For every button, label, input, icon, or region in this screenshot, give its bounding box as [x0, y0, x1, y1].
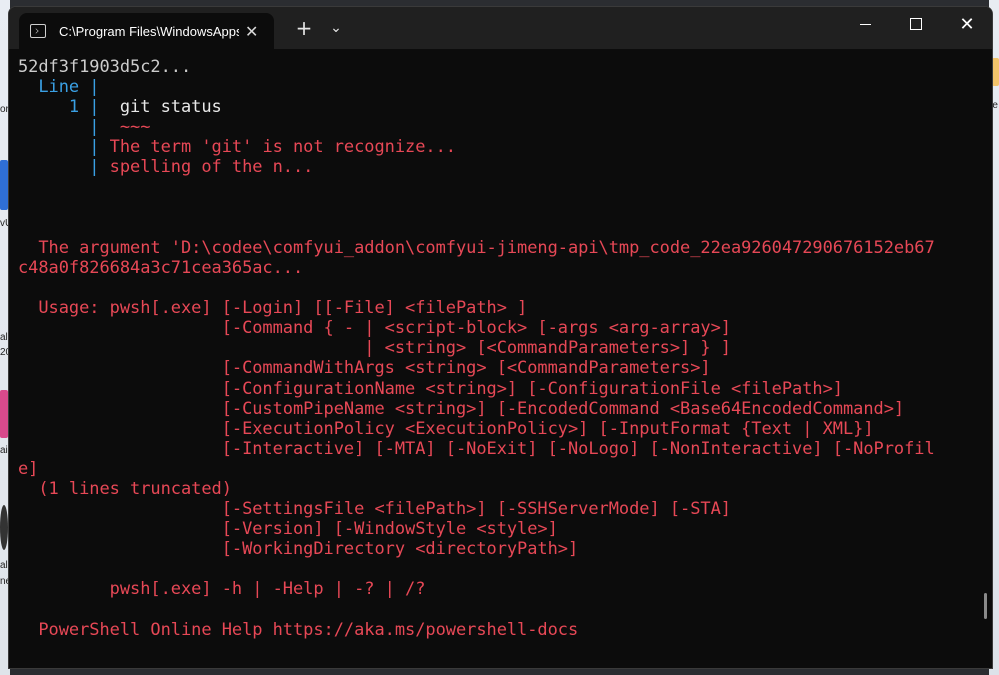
caret-gutter: |	[18, 117, 99, 137]
usage-line: [-WorkingDirectory <directoryPath>]	[18, 539, 992, 559]
error-row: | The term 'git' is not recognize...	[18, 137, 992, 157]
desktop-icon[interactable]	[0, 160, 8, 210]
usage-line: [-Interactive] [-MTA] [-NoExit] [-NoLogo…	[18, 439, 992, 459]
usage-line: [-CommandWithArgs <string> [<CommandPara…	[18, 358, 992, 378]
caret-text: ~~~	[99, 117, 150, 137]
error-gutter: |	[18, 157, 99, 177]
usage-line: | <string> [<CommandParameters>] } ]	[18, 338, 992, 358]
truncated-notice: (1 lines truncated)	[18, 479, 992, 499]
argument-error-line: The argument 'D:\codee\comfyui_addon\com…	[18, 238, 992, 258]
blank-line	[18, 559, 992, 579]
command-row: 1 | git status	[18, 97, 992, 117]
hash-line: 52df3f1903d5c2...	[18, 57, 992, 77]
new-tab-button[interactable]: +	[290, 13, 318, 43]
usage-line: [-ConfigurationName <string>] [-Configur…	[18, 379, 992, 399]
blank-line	[18, 178, 992, 198]
line-number: 1 |	[18, 97, 99, 117]
folder-icon[interactable]	[992, 58, 999, 86]
close-icon: ✕	[959, 14, 974, 35]
blank-line	[18, 278, 992, 298]
error-gutter: |	[18, 137, 99, 157]
desktop-icon[interactable]	[0, 505, 8, 550]
usage-line: [-Command { - | <script-block> [-args <a…	[18, 318, 992, 338]
tab-title: C:\Program Files\WindowsApps\Microsoft.P…	[59, 24, 239, 39]
docs-line: PowerShell Online Help https://aka.ms/po…	[18, 620, 992, 640]
caret-row: | ~~~	[18, 117, 992, 137]
desktop-icon[interactable]	[0, 390, 8, 438]
terminal-window: C:\Program Files\WindowsApps\Microsoft.P…	[8, 6, 993, 669]
maximize-icon	[910, 18, 922, 30]
tab-powershell[interactable]: C:\Program Files\WindowsApps\Microsoft.P…	[19, 13, 274, 49]
desktop-label: al	[0, 560, 8, 571]
command-text: git status	[99, 97, 221, 117]
scrollbar-thumb[interactable]	[984, 593, 987, 619]
terminal-output[interactable]: 52df3f1903d5c2... Line | 1 | git status …	[9, 49, 992, 668]
close-window-button[interactable]: ✕	[942, 7, 992, 41]
title-bar[interactable]: C:\Program Files\WindowsApps\Microsoft.P…	[9, 7, 992, 49]
error-text: spelling of the n...	[99, 157, 313, 177]
usage-line: [-ExecutionPolicy <ExecutionPolicy>] [-I…	[18, 419, 992, 439]
argument-error-line: c48a0f826684a3c71cea365ac...	[18, 258, 992, 278]
error-row: | spelling of the n...	[18, 157, 992, 177]
blank-line	[18, 600, 992, 620]
blank-line	[18, 198, 992, 218]
blank-line	[18, 218, 992, 238]
desktop-label: ai	[0, 445, 8, 456]
usage-line: e]	[18, 459, 992, 479]
line-label: Line |	[18, 77, 992, 97]
help-line: pwsh[.exe] -h | -Help | -? | /?	[18, 579, 992, 599]
usage-line: Usage: pwsh[.exe] [-Login] [[-File] <fil…	[18, 298, 992, 318]
usage-line: [-CustomPipeName <string>] [-EncodedComm…	[18, 399, 992, 419]
chevron-down-icon[interactable]: ⌄	[323, 13, 349, 43]
error-text: The term 'git' is not recognize...	[99, 137, 455, 157]
maximize-button[interactable]	[891, 7, 941, 41]
minimize-icon	[860, 24, 871, 25]
desktop-label: al	[0, 332, 8, 343]
usage-line: [-SettingsFile <filePath>] [-SSHServerMo…	[18, 499, 992, 519]
close-tab-icon[interactable]: ✕	[245, 22, 258, 41]
minimize-button[interactable]	[840, 7, 890, 41]
terminal-icon	[30, 24, 46, 38]
usage-line: [-Version] [-WindowStyle <style>]	[18, 519, 992, 539]
